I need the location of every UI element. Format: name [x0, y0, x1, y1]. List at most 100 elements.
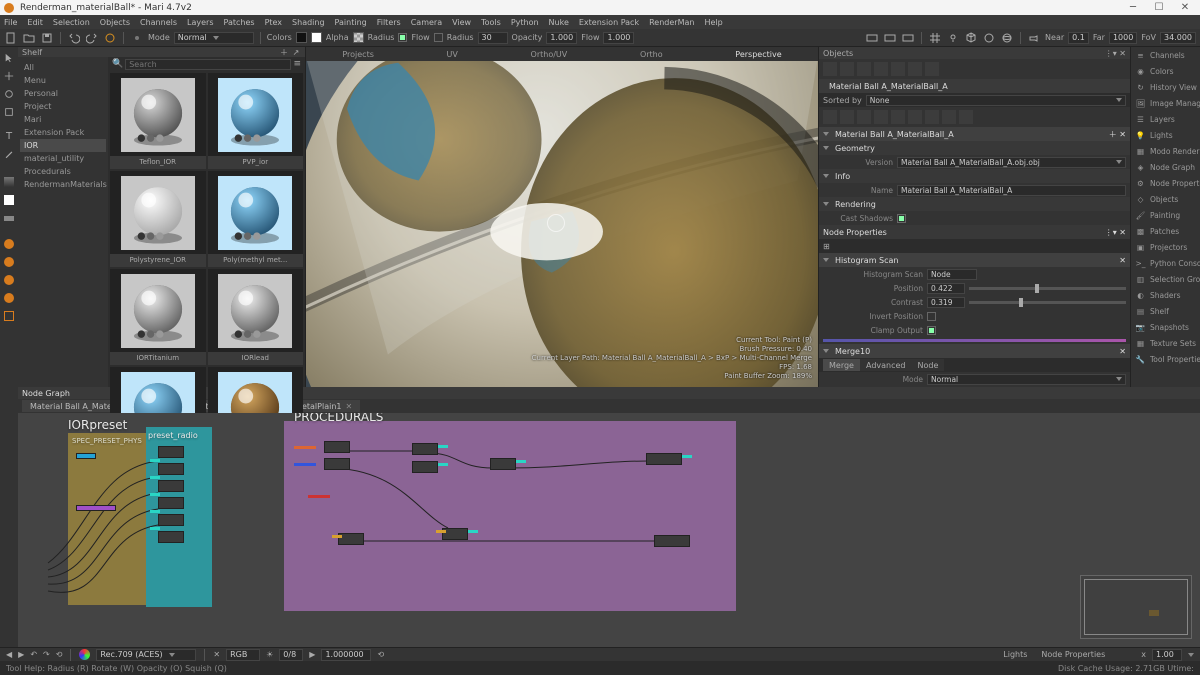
flt-3-icon[interactable]	[857, 110, 871, 124]
menu-shading[interactable]: Shading	[292, 18, 325, 27]
rotate-tool-icon[interactable]	[2, 87, 16, 101]
ng-node[interactable]	[412, 443, 438, 455]
shelf-search-input[interactable]	[125, 59, 291, 70]
wireframe-icon[interactable]	[1000, 31, 1014, 45]
flt-2-icon[interactable]	[840, 110, 854, 124]
right-tab-colors[interactable]: ◉Colors	[1131, 63, 1200, 79]
geometry-version-select[interactable]: Material Ball A_MaterialBall_A.obj.obj	[897, 157, 1126, 168]
obj-tool-4-icon[interactable]	[874, 62, 888, 76]
menu-camera[interactable]: Camera	[411, 18, 442, 27]
shelf-launch-icon[interactable]: ↗	[291, 47, 301, 57]
right-tab-lights[interactable]: 💡Lights	[1131, 127, 1200, 143]
bb-undo-icon[interactable]: ↶	[30, 650, 37, 659]
ng-node[interactable]	[76, 453, 96, 459]
right-tab-channels[interactable]: ≡Channels	[1131, 47, 1200, 63]
merge-header[interactable]: Merge10	[835, 347, 870, 356]
new-icon[interactable]	[4, 31, 18, 45]
ng-node[interactable]	[76, 505, 116, 511]
menu-layers[interactable]: Layers	[187, 18, 213, 27]
bb-channel-icon[interactable]: ✕	[213, 650, 220, 659]
grid-icon[interactable]	[928, 31, 942, 45]
histogram-scan-header[interactable]: Histogram Scan	[835, 256, 899, 265]
ng-node[interactable]	[654, 535, 690, 547]
ng-node[interactable]	[324, 441, 350, 453]
gain-field[interactable]: 1.000000	[321, 649, 371, 661]
bb-lights-label[interactable]: Lights	[1003, 650, 1027, 659]
flt-4-icon[interactable]	[874, 110, 888, 124]
ng-node[interactable]	[490, 458, 516, 470]
ng-node[interactable]	[412, 461, 438, 473]
right-tab-texture-sets[interactable]: ▦Texture Sets	[1131, 335, 1200, 351]
opacity-field[interactable]: 1.000	[546, 32, 577, 44]
shelf-thumb[interactable]: Polystyrene_IOR	[110, 171, 206, 267]
right-tab-history-view[interactable]: ↻History View	[1131, 79, 1200, 95]
select-tool-icon[interactable]	[2, 51, 16, 65]
bb-reset2-icon[interactable]: ⟲	[377, 650, 384, 659]
open-icon[interactable]	[22, 31, 36, 45]
dot-icon[interactable]	[130, 31, 144, 45]
right-tab-python-console[interactable]: >_Python Console	[1131, 255, 1200, 271]
obj-tool-7-icon[interactable]	[925, 62, 939, 76]
right-tab-projectors[interactable]: ▣Projectors	[1131, 239, 1200, 255]
shelf-thumb[interactable]: IORTitanium	[110, 269, 206, 365]
right-tab-objects[interactable]: ◇Objects	[1131, 191, 1200, 207]
info-header[interactable]: Info	[835, 172, 850, 181]
obj-tool-1-icon[interactable]	[823, 62, 837, 76]
menu-view[interactable]: View	[452, 18, 471, 27]
right-tab-modo-render[interactable]: ▦Modo Render	[1131, 143, 1200, 159]
ng-node[interactable]	[158, 463, 184, 475]
merge-tab-node[interactable]: Node	[912, 359, 945, 371]
invert-checkbox[interactable]	[927, 312, 936, 321]
ng-node[interactable]	[646, 453, 682, 465]
merge-tab-advanced[interactable]: Advanced	[860, 359, 912, 371]
tree-item-ior[interactable]: IOR	[20, 139, 106, 152]
props-panel-options-icon[interactable]: ⋮▾ ✕	[1105, 49, 1126, 58]
menu-extension-pack[interactable]: Extension Pack	[579, 18, 639, 27]
bb-gain-icon[interactable]: ▶	[309, 650, 315, 659]
flt-5-icon[interactable]	[891, 110, 905, 124]
colorspace-icon[interactable]	[79, 649, 90, 660]
radius-field[interactable]: 30	[478, 32, 508, 44]
far-field[interactable]: 1000	[1109, 32, 1137, 44]
histogram-target-select[interactable]: Node	[927, 269, 977, 280]
right-tab-shelf[interactable]: ▤Shelf	[1131, 303, 1200, 319]
right-tab-node-graph[interactable]: ◈Node Graph	[1131, 159, 1200, 175]
viewport-tab-perspective[interactable]: Perspective	[725, 50, 791, 59]
viewport-tabs[interactable]: ProjectsUVOrtho/UVOrthoPerspective	[306, 47, 818, 61]
contrast-field[interactable]: 0.319	[927, 297, 965, 308]
menu-filters[interactable]: Filters	[377, 18, 401, 27]
right-tab-strip[interactable]: ≡Channels◉Colors↻History View🖼Image Mana…	[1130, 47, 1200, 387]
close-button[interactable]: ✕	[1174, 2, 1196, 14]
color-b-icon[interactable]	[2, 193, 16, 207]
nodegraph-canvas[interactable]: IORpreset SPEC_PRESET_PHYS preset_radio …	[18, 413, 1200, 647]
right-tab-image-manager[interactable]: 🖼Image Manager	[1131, 95, 1200, 111]
tree-item-material_utility[interactable]: material_utility	[20, 152, 106, 165]
viewport-canvas[interactable]: Current Tool: Paint (P) Brush Pressure: …	[306, 61, 818, 387]
swatch-1-icon[interactable]	[2, 237, 16, 251]
display-icon[interactable]	[865, 31, 879, 45]
right-tab-snapshots[interactable]: 📷Snapshots	[1131, 319, 1200, 335]
mode-select[interactable]: Normal	[174, 32, 254, 44]
flt-7-icon[interactable]	[925, 110, 939, 124]
flt-1-icon[interactable]	[823, 110, 837, 124]
clamp-checkbox[interactable]	[927, 326, 936, 335]
bb-reset-icon[interactable]: ⟲	[56, 650, 63, 659]
save-icon[interactable]	[40, 31, 54, 45]
swatch-2-icon[interactable]	[2, 255, 16, 269]
near-field[interactable]: 0.1	[1068, 32, 1089, 44]
light-icon[interactable]	[946, 31, 960, 45]
object-header[interactable]: Material Ball A_MaterialBall_A	[835, 130, 954, 139]
swatch-4-icon[interactable]	[2, 291, 16, 305]
menu-renderman[interactable]: RenderMan	[649, 18, 694, 27]
sphere-icon[interactable]	[982, 31, 996, 45]
redo-icon[interactable]	[85, 31, 99, 45]
cast-shadows-checkbox[interactable]	[897, 214, 906, 223]
tree-item-personal[interactable]: Personal	[20, 87, 106, 100]
tree-item-all[interactable]: All	[20, 61, 106, 74]
ng-node[interactable]	[158, 497, 184, 509]
right-tab-node-properties[interactable]: ⚙Node Properties	[1131, 175, 1200, 191]
tree-item-procedurals[interactable]: Procedurals	[20, 165, 106, 178]
right-tab-painting[interactable]: 🖌Painting	[1131, 207, 1200, 223]
right-tab-patches[interactable]: ▩Patches	[1131, 223, 1200, 239]
maximize-button[interactable]: ☐	[1148, 2, 1170, 14]
